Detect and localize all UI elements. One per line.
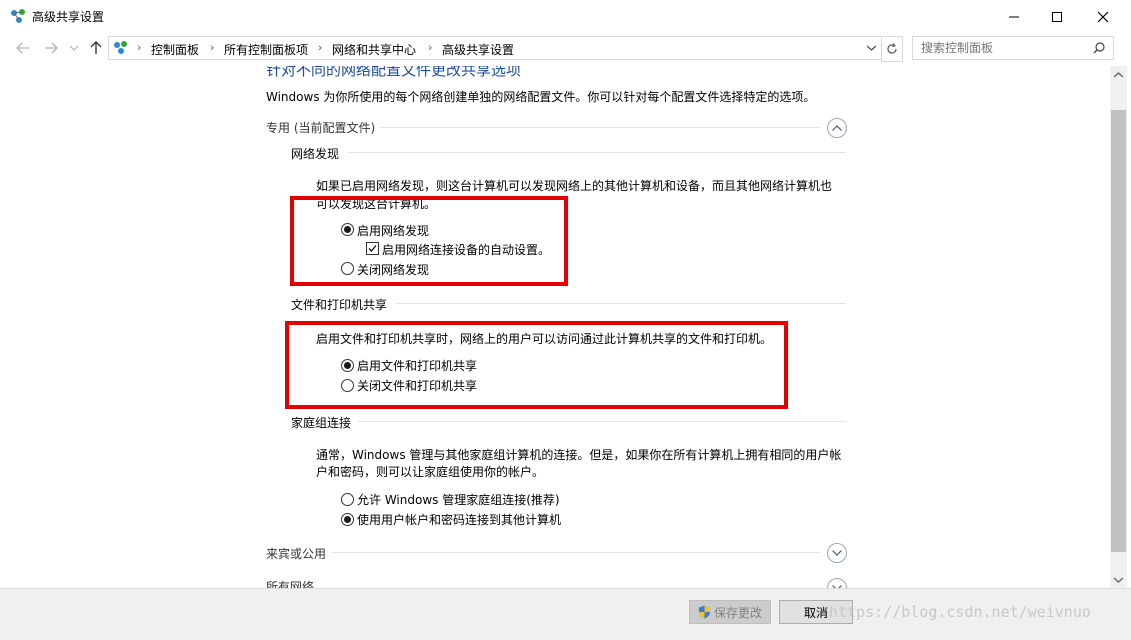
- homegroup-desc-2: 户和密码，则可以让家庭组使用你的帐户。: [316, 465, 545, 479]
- shield-icon: [698, 605, 710, 619]
- network-discovery-title: 网络发现: [291, 147, 340, 161]
- divider: [332, 552, 820, 553]
- scrollbar-thumb[interactable]: [1111, 110, 1126, 552]
- homegroup-desc-1: 通常，Windows 管理与其他家庭组计算机的连接。但是，如果你在所有计算机上拥…: [316, 448, 842, 462]
- chevron-up-icon: [832, 125, 842, 131]
- control-panel-icon: [114, 41, 127, 54]
- back-button[interactable]: [14, 40, 32, 56]
- up-button[interactable]: [87, 40, 105, 56]
- chevron-down-icon: [866, 45, 876, 51]
- back-arrow-icon: [16, 42, 29, 54]
- breadcrumb-network-center[interactable]: 网络和共享中心: [332, 41, 416, 58]
- search-icon: [1093, 42, 1105, 54]
- divider: [358, 421, 846, 422]
- watermark: https://blog.csdn.net/weivnuo: [829, 603, 1091, 621]
- breadcrumb-control-panel[interactable]: 控制面板: [151, 41, 199, 58]
- save-changes-label: 保存更改: [713, 605, 762, 620]
- chevron-right-icon: ›: [137, 41, 142, 54]
- search-box[interactable]: [912, 36, 1114, 60]
- chevron-down-icon: [832, 550, 842, 556]
- profile-all-label[interactable]: 所有网络: [266, 578, 314, 588]
- profile-all-clip: 所有网络: [266, 576, 866, 588]
- divider: [396, 303, 846, 304]
- cancel-label: 取消: [803, 605, 828, 620]
- maximize-button[interactable]: [1034, 0, 1080, 33]
- search-input[interactable]: [921, 40, 1086, 56]
- network-icon: [11, 9, 25, 23]
- chevron-right-icon: ›: [318, 41, 323, 54]
- chevron-right-icon: ›: [210, 41, 215, 54]
- close-icon: [1097, 11, 1109, 22]
- page-heading-clip: 针对不同的网络配置文件更改共享选项: [266, 66, 666, 78]
- profile-private-label[interactable]: 专用 (当前配置文件): [266, 119, 375, 136]
- title-bar: 高级共享设置: [0, 0, 1131, 33]
- radio-homegroup-allow-label[interactable]: 允许 Windows 管理家庭组连接(推荐): [357, 491, 560, 508]
- close-button[interactable]: [1080, 0, 1126, 33]
- forward-button[interactable]: [42, 40, 60, 56]
- divider: [380, 127, 820, 128]
- refresh-icon: [887, 43, 897, 54]
- divider: [348, 152, 846, 153]
- save-changes-button[interactable]: 保存更改: [689, 600, 771, 624]
- chevron-right-icon: ›: [428, 41, 433, 54]
- refresh-button[interactable]: [881, 36, 903, 62]
- scroll-up-icon[interactable]: [1114, 72, 1123, 78]
- page-description: Windows 为你所使用的每个网络创建单独的网络配置文件。你可以针对每个配置文…: [266, 90, 816, 104]
- homegroup-title: 家庭组连接: [291, 416, 352, 430]
- collapse-private-button[interactable]: [827, 118, 847, 138]
- highlight-box-network-discovery: [290, 196, 568, 286]
- maximize-icon: [1052, 11, 1062, 22]
- page-heading: 针对不同的网络配置文件更改共享选项: [266, 66, 522, 78]
- radio-homegroup-user[interactable]: [341, 513, 354, 526]
- expand-all-button[interactable]: [827, 578, 847, 588]
- forward-arrow-icon: [45, 42, 58, 54]
- recent-locations-button[interactable]: [68, 40, 80, 56]
- chevron-down-icon: [70, 45, 78, 51]
- scroll-down-icon[interactable]: [1114, 577, 1123, 583]
- breadcrumb-all-items[interactable]: 所有控制面板项: [224, 41, 308, 58]
- expand-guest-button[interactable]: [827, 543, 847, 563]
- profile-guest-label[interactable]: 来宾或公用: [266, 545, 326, 562]
- file-sharing-title: 文件和打印机共享: [291, 298, 388, 312]
- breadcrumb-advanced-sharing[interactable]: 高级共享设置: [442, 41, 514, 58]
- highlight-box-file-sharing: [285, 321, 788, 409]
- minimize-icon: [1009, 16, 1019, 17]
- address-history-button[interactable]: [864, 42, 878, 54]
- radio-homegroup-user-label[interactable]: 使用用户帐户和密码连接到其他计算机: [357, 511, 561, 528]
- radio-homegroup-allow[interactable]: [341, 493, 354, 506]
- minimize-button[interactable]: [991, 0, 1037, 33]
- window-title: 高级共享设置: [32, 10, 105, 24]
- up-arrow-icon: [90, 41, 102, 54]
- network-discovery-desc-1: 如果已启用网络发现，则这台计算机可以发现网络上的其他计算机和设备，而且其他网络计…: [316, 179, 833, 193]
